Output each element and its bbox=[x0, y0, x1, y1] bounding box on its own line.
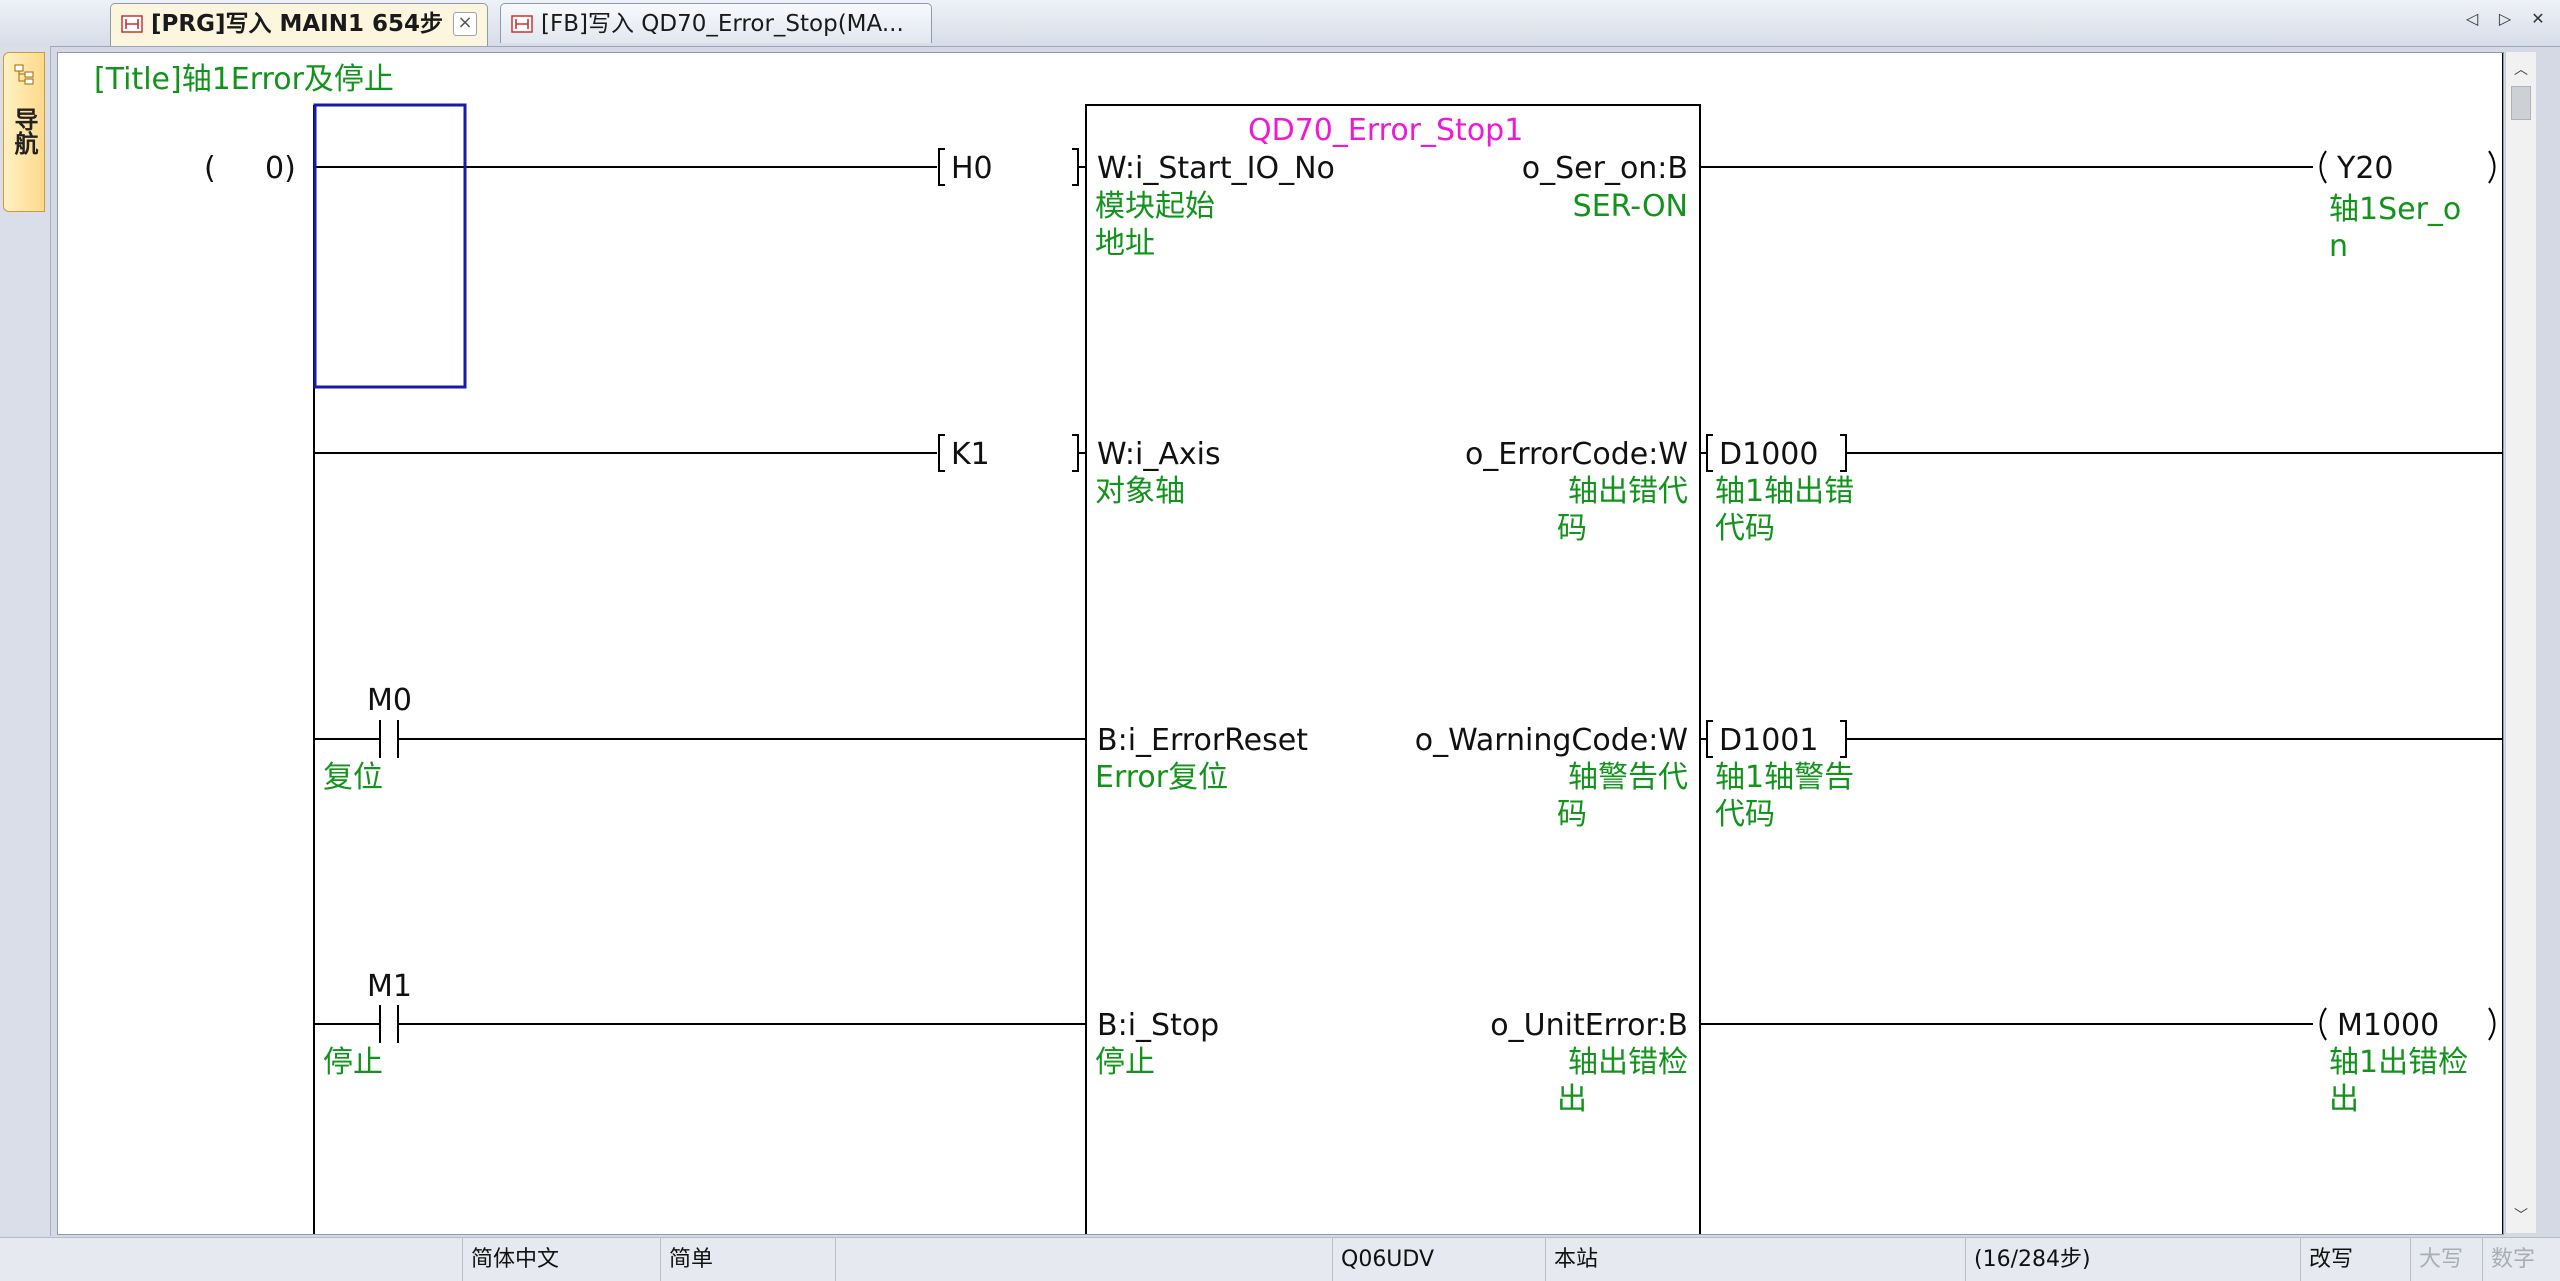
tab-label: [FB]写入 QD70_Error_Stop(MA... bbox=[541, 11, 904, 37]
status-bar: 简体中文 简单 Q06UDV 本站 (16/284步) 改写 大写 数字 bbox=[0, 1237, 2560, 1281]
coil-right-arc bbox=[2488, 150, 2496, 184]
operand-comment: 轴1轴警告 bbox=[1715, 760, 1854, 795]
pin-comment: 轴出错检 bbox=[1568, 1045, 1688, 1080]
status-steps: (16/284步) bbox=[1965, 1238, 2303, 1281]
fb-instance-name: QD70_Error_Stop1 bbox=[1248, 113, 1523, 148]
document-tab-bar: [PRG]写入 MAIN1 654步 × [FB]写入 QD70_Error_S… bbox=[0, 0, 2560, 47]
operand-bracket-left bbox=[938, 148, 945, 186]
coil-left-arc bbox=[2319, 150, 2327, 184]
ladder-program-icon bbox=[121, 15, 143, 33]
tab-label: [PRG]写入 MAIN1 654步 bbox=[151, 11, 443, 37]
pin-comment: 轴警告代 bbox=[1568, 760, 1688, 795]
pin-i-stop: B:i_Stop bbox=[1097, 1008, 1219, 1043]
navigation-panel-tab[interactable]: 导航 bbox=[3, 52, 45, 212]
title-comment: [Title]轴1Error及停止 bbox=[94, 62, 394, 97]
tab-scroll-right-icon[interactable]: ▷ bbox=[2494, 8, 2516, 30]
pin-comment: 地址 bbox=[1095, 226, 1155, 261]
status-language: 简体中文 bbox=[462, 1238, 662, 1281]
operand-comment: 轴1出错检 bbox=[2329, 1045, 2468, 1080]
operand-k1[interactable]: K1 bbox=[951, 437, 990, 472]
vertical-scrollbar[interactable]: ︿ ﹀ bbox=[2505, 52, 2536, 1233]
side-panel-strip: 导航 bbox=[0, 46, 51, 1236]
status-station: 本站 bbox=[1545, 1238, 1965, 1281]
operand-comment: n bbox=[2329, 229, 2348, 264]
operand-comment: 代码 bbox=[1715, 797, 1775, 832]
scroll-down-icon[interactable]: ﹀ bbox=[2506, 1204, 2536, 1228]
pin-comment: SER-ON bbox=[1573, 189, 1688, 224]
status-overwrite: 改写 bbox=[2300, 1238, 2410, 1281]
pin-comment: 轴出错代 bbox=[1568, 474, 1688, 509]
contact-m1-label: M1 bbox=[367, 969, 412, 1004]
coil-m1000[interactable]: M1000 bbox=[2337, 1008, 2439, 1043]
contact-comment: 复位 bbox=[323, 760, 383, 795]
pin-i-axis: W:i_Axis bbox=[1097, 437, 1221, 472]
status-num: 数字 bbox=[2482, 1238, 2560, 1281]
contact-comment: 停止 bbox=[323, 1045, 383, 1080]
pin-comment: 码 bbox=[1557, 511, 1587, 546]
operand-comment: 轴1Ser_o bbox=[2329, 192, 2461, 227]
scroll-up-icon[interactable]: ︿ bbox=[2506, 58, 2536, 82]
status-caps: 大写 bbox=[2410, 1238, 2482, 1281]
step-open-paren: ( bbox=[204, 151, 216, 186]
scroll-thumb[interactable] bbox=[2511, 86, 2531, 120]
pin-comment: 模块起始 bbox=[1095, 189, 1215, 224]
operand-h0[interactable]: H0 bbox=[951, 151, 993, 186]
contact-m0-label: M0 bbox=[367, 683, 412, 718]
coil-y20[interactable]: Y20 bbox=[2336, 151, 2394, 186]
tab-fb-qd70-error-stop[interactable]: [FB]写入 QD70_Error_Stop(MA... bbox=[500, 3, 932, 43]
operand-comment: 出 bbox=[2329, 1082, 2359, 1117]
ladder-diagram: [Title]轴1Error及停止 ( 0) QD70_Error_Stop1 … bbox=[94, 53, 2503, 1234]
status-empty bbox=[835, 1238, 1330, 1281]
pin-o-warningcode: o_WarningCode:W bbox=[1415, 723, 1688, 758]
operand-comment: 轴1轴出错 bbox=[1715, 474, 1854, 509]
operand-d1000[interactable]: D1000 bbox=[1719, 437, 1818, 472]
tree-icon bbox=[14, 64, 34, 85]
tab-scroll-left-icon[interactable]: ◁ bbox=[2461, 8, 2483, 30]
status-mode: 简单 bbox=[660, 1238, 835, 1281]
operand-d1001[interactable]: D1001 bbox=[1719, 723, 1818, 758]
status-cpu: Q06UDV bbox=[1332, 1238, 1547, 1281]
tab-main1-program[interactable]: [PRG]写入 MAIN1 654步 × bbox=[110, 3, 488, 46]
pin-comment: 出 bbox=[1557, 1082, 1587, 1117]
close-window-icon[interactable]: ✕ bbox=[2527, 8, 2549, 30]
navigation-label: 导航 bbox=[10, 107, 38, 155]
close-icon[interactable]: × bbox=[453, 12, 477, 36]
pin-o-ser-on: o_Ser_on:B bbox=[1522, 151, 1688, 186]
pin-comment: 停止 bbox=[1095, 1045, 1155, 1080]
pin-comment: 码 bbox=[1557, 797, 1587, 832]
edit-cursor[interactable] bbox=[313, 103, 467, 389]
pin-o-errorcode: o_ErrorCode:W bbox=[1465, 437, 1688, 472]
gx-works-window: [PRG]写入 MAIN1 654步 × [FB]写入 QD70_Error_S… bbox=[0, 0, 2560, 1281]
step-number: 0) bbox=[265, 151, 296, 186]
pin-o-uniterror: o_UnitError:B bbox=[1490, 1008, 1688, 1043]
ladder-editor[interactable]: [Title]轴1Error及停止 ( 0) QD70_Error_Stop1 … bbox=[57, 52, 2504, 1235]
pin-i-errorreset: B:i_ErrorReset bbox=[1097, 723, 1308, 758]
pin-comment: 对象轴 bbox=[1095, 474, 1185, 509]
pin-comment: Error复位 bbox=[1095, 760, 1228, 795]
pin-i-start-io-no: W:i_Start_IO_No bbox=[1097, 151, 1335, 186]
ladder-fb-icon bbox=[511, 15, 533, 33]
operand-comment: 代码 bbox=[1715, 511, 1775, 546]
